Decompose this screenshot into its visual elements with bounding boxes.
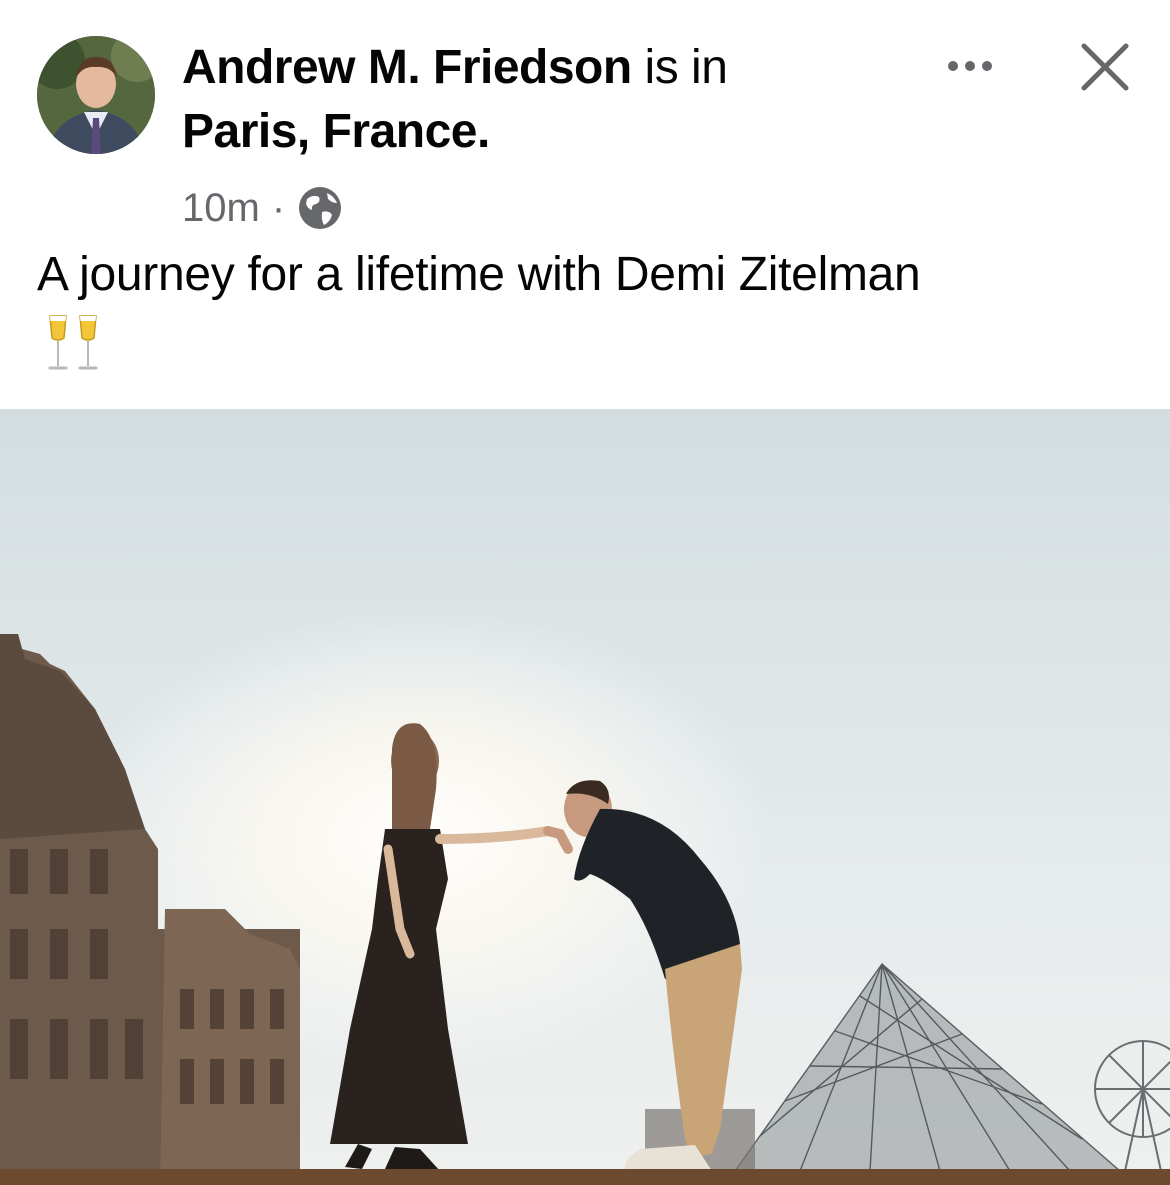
more-horizontal-icon xyxy=(948,61,992,71)
author-avatar[interactable] xyxy=(37,36,155,154)
close-button[interactable] xyxy=(1078,40,1132,94)
author-name[interactable]: Andrew M. Friedson xyxy=(182,41,632,94)
clinking-glasses-icon xyxy=(48,315,98,370)
is-in-text: is in xyxy=(631,41,728,94)
post-caption: A journey for a lifetime with Demi Zitel… xyxy=(37,248,921,301)
more-options-button[interactable] xyxy=(940,44,1000,88)
avatar-photo xyxy=(37,36,155,154)
close-icon xyxy=(1081,43,1129,91)
location-link[interactable]: Paris, France. xyxy=(182,105,490,158)
globe-icon[interactable] xyxy=(297,185,343,231)
engagement-photo xyxy=(0,409,1170,1185)
post-header: Andrew M. Friedson is in Paris, France. xyxy=(182,36,882,164)
post-meta: 10m · xyxy=(182,180,343,236)
post-timestamp[interactable]: 10m xyxy=(182,186,260,231)
post-photo[interactable] xyxy=(0,409,1170,1185)
meta-separator: · xyxy=(271,185,286,230)
